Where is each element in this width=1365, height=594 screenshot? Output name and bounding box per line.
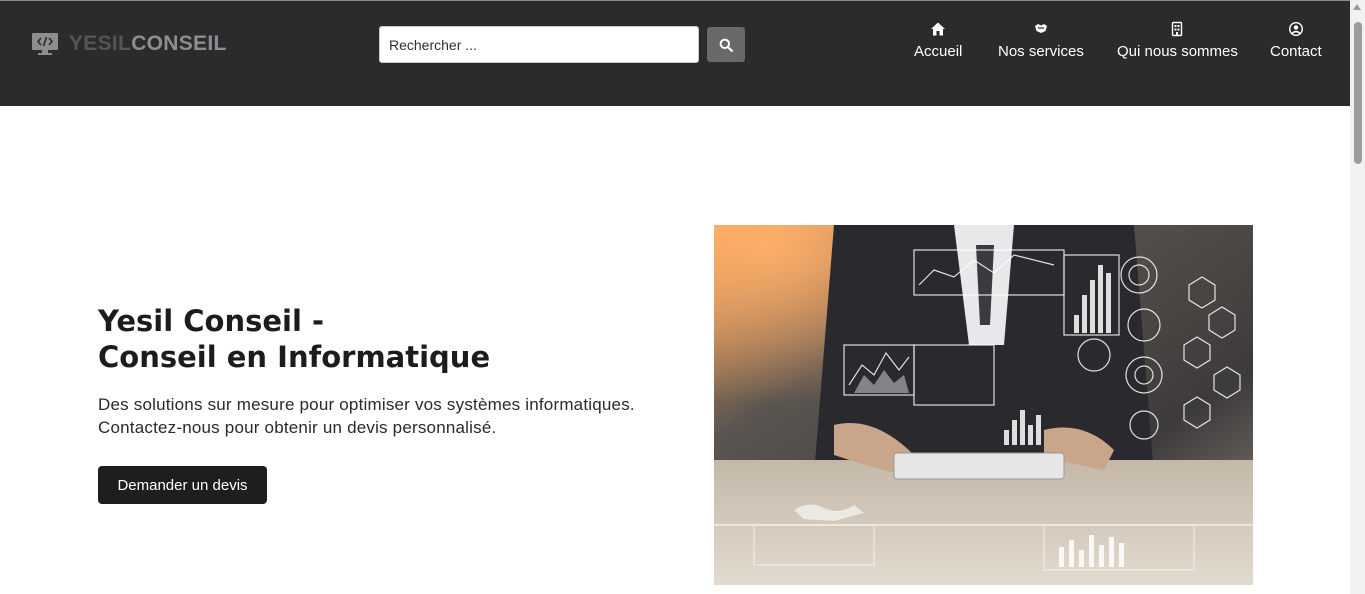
logo-text-part2: CONSEIL bbox=[131, 32, 227, 55]
logo-text-part1: YESIL bbox=[69, 32, 132, 55]
site-header: YESILCONSEIL Accueil Nos services bbox=[0, 0, 1350, 106]
hero-title-line2: Conseil en Informatique bbox=[98, 340, 491, 374]
search-icon bbox=[719, 38, 733, 52]
hero-title-line1: Yesil Conseil - bbox=[98, 304, 325, 338]
logo-text: YESILCONSEIL bbox=[69, 31, 227, 57]
nav-item-accueil[interactable]: Accueil bbox=[914, 21, 962, 60]
services-icon bbox=[1034, 24, 1047, 33]
site-logo[interactable]: YESILCONSEIL bbox=[31, 31, 227, 57]
search-button[interactable] bbox=[707, 27, 745, 62]
request-quote-button[interactable]: Demander un devis bbox=[98, 466, 267, 504]
hero-title: Yesil Conseil - Conseil en Informatique bbox=[98, 303, 490, 375]
nav-label: Nos services bbox=[998, 43, 1084, 60]
code-monitor-icon bbox=[32, 33, 58, 55]
scroll-up-arrow-icon[interactable] bbox=[1353, 4, 1361, 10]
scrollbar-thumb[interactable] bbox=[1354, 22, 1362, 164]
nav-item-services[interactable]: Nos services bbox=[998, 21, 1084, 60]
hero-description: Des solutions sur mesure pour optimiser … bbox=[98, 393, 635, 439]
nav-label: Contact bbox=[1270, 43, 1322, 60]
nav-item-qui-nous-sommes[interactable]: Qui nous sommes bbox=[1117, 21, 1238, 60]
hero-image bbox=[714, 225, 1253, 585]
business-analytics-illustration bbox=[714, 225, 1253, 585]
hero-desc-line2: Contactez-nous pour obtenir un devis per… bbox=[98, 418, 497, 437]
building-icon bbox=[1172, 21, 1183, 37]
nav-label: Qui nous sommes bbox=[1117, 43, 1238, 60]
page-scrollbar[interactable] bbox=[1350, 0, 1365, 594]
hero-desc-line1: Des solutions sur mesure pour optimiser … bbox=[98, 395, 635, 414]
nav-label: Accueil bbox=[914, 43, 963, 60]
home-icon bbox=[931, 22, 946, 36]
user-circle-icon bbox=[1288, 21, 1303, 37]
search-input[interactable] bbox=[379, 26, 699, 63]
nav-item-contact[interactable]: Contact bbox=[1270, 21, 1322, 60]
